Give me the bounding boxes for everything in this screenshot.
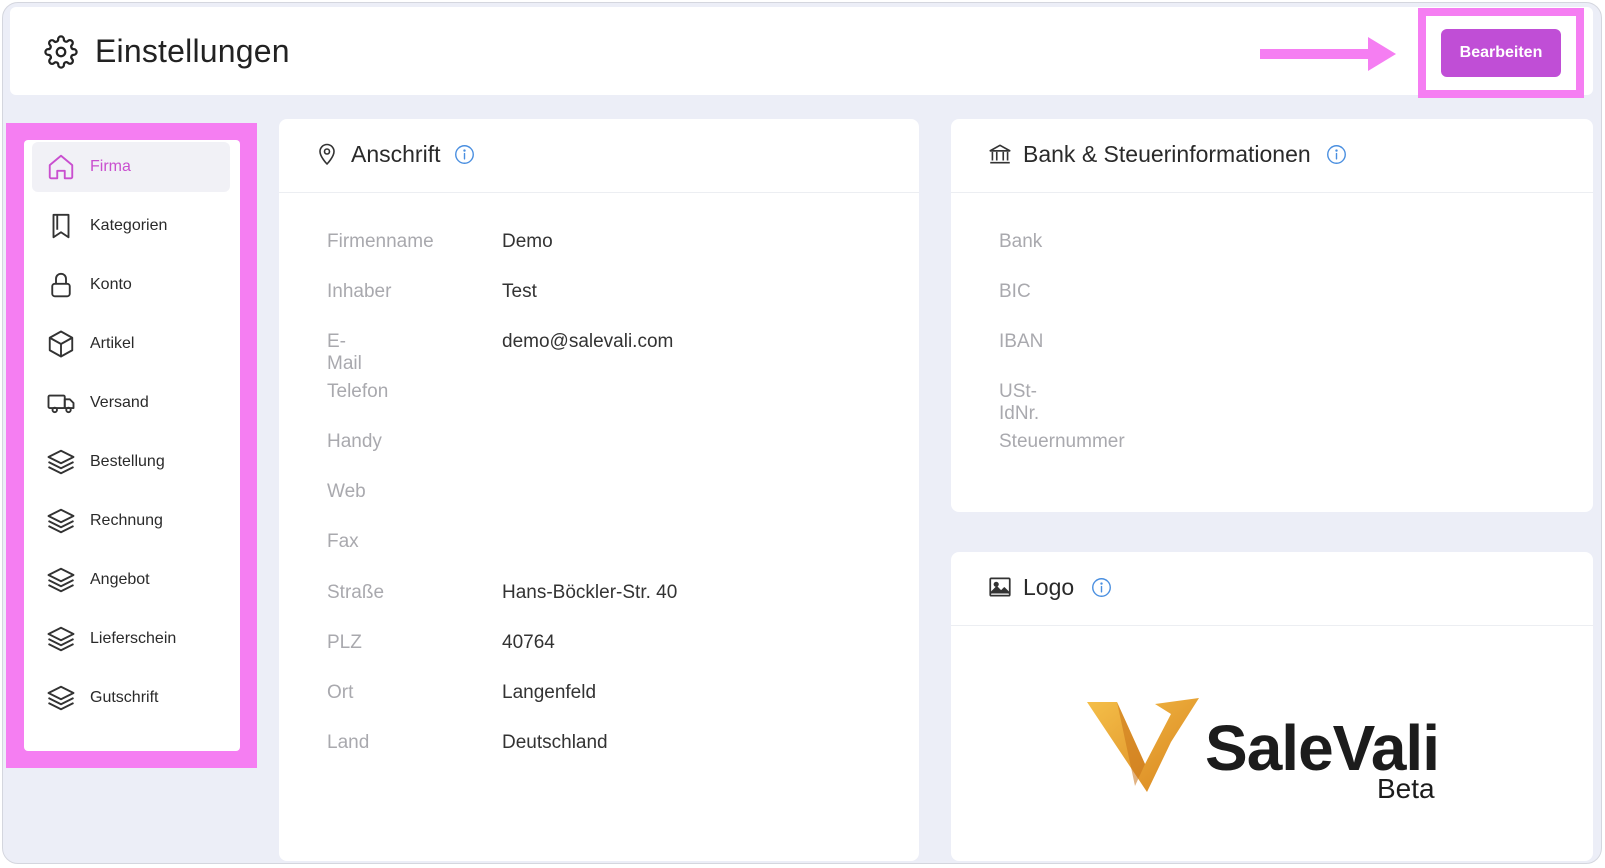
map-pin-icon bbox=[319, 143, 335, 165]
field-label: Telefon bbox=[327, 381, 389, 402]
image-icon bbox=[989, 577, 1011, 597]
settings-window: Einstellungen Bearbeiten Firma Kategorie… bbox=[2, 2, 1602, 864]
sidebar-item-lieferschein[interactable]: Lieferschein bbox=[32, 614, 230, 664]
field-label: Straße bbox=[327, 582, 385, 603]
layers-icon bbox=[47, 567, 75, 593]
field-label: Inhaber bbox=[327, 281, 392, 302]
field-value: demo@salevali.com bbox=[502, 331, 674, 352]
box-icon bbox=[48, 330, 74, 358]
bank-icon bbox=[989, 144, 1011, 164]
sidebar-item-label: Firma bbox=[90, 158, 131, 175]
field-label: Web bbox=[327, 481, 366, 502]
field-label: Steuernummer bbox=[999, 431, 1125, 452]
field-value: Deutschland bbox=[502, 732, 608, 753]
sidebar-item-label: Kategorien bbox=[90, 217, 168, 234]
sidebar-item-label: Konto bbox=[90, 276, 132, 293]
sidebar-item-firma[interactable]: Firma bbox=[32, 142, 230, 192]
layers-icon bbox=[47, 626, 75, 652]
field-label: Fax bbox=[327, 531, 359, 552]
sidebar-item-label: Gutschrift bbox=[90, 689, 159, 706]
settings-sidebar: Firma Kategorien Konto Artikel Versand B… bbox=[24, 140, 240, 751]
field-label: Firmenname bbox=[327, 231, 434, 252]
sidebar-item-konto[interactable]: Konto bbox=[32, 260, 230, 310]
sidebar-item-versand[interactable]: Versand bbox=[32, 378, 230, 428]
sidebar-item-label: Versand bbox=[90, 394, 149, 411]
bank-card-title: Bank & Steuerinformationen bbox=[1023, 141, 1311, 167]
field-value: 40764 bbox=[502, 632, 555, 653]
field-label: E-Mail bbox=[327, 331, 362, 374]
home-icon bbox=[48, 154, 74, 180]
layers-icon bbox=[47, 508, 75, 534]
bank-card-header: Bank & Steuerinformationen bbox=[951, 119, 1593, 193]
logo-tag-text: Beta bbox=[1377, 773, 1435, 802]
logo-card-header: Logo bbox=[951, 552, 1593, 626]
sidebar-item-label: Lieferschein bbox=[90, 630, 177, 647]
info-icon[interactable] bbox=[1326, 144, 1347, 165]
sidebar-item-bestellung[interactable]: Bestellung bbox=[32, 437, 230, 487]
field-value: Test bbox=[502, 281, 537, 302]
gear-icon bbox=[44, 35, 78, 69]
field-value: Hans-Böckler-Str. 40 bbox=[502, 582, 678, 603]
layers-icon bbox=[47, 449, 75, 475]
pointer-arrow-icon bbox=[1260, 37, 1396, 71]
sidebar-item-artikel[interactable]: Artikel bbox=[32, 319, 230, 369]
sidebar-item-kategorien[interactable]: Kategorien bbox=[32, 201, 230, 251]
field-label: BIC bbox=[999, 281, 1031, 302]
field-label: PLZ bbox=[327, 632, 362, 653]
field-value: Langenfeld bbox=[502, 682, 597, 703]
sidebar-item-label: Artikel bbox=[90, 335, 135, 352]
field-label: Ort bbox=[327, 682, 354, 703]
sidebar-item-angebot[interactable]: Angebot bbox=[32, 555, 230, 605]
lock-icon bbox=[51, 272, 71, 298]
truck-icon bbox=[47, 394, 75, 414]
field-value: Demo bbox=[502, 231, 553, 252]
info-icon[interactable] bbox=[454, 144, 475, 165]
field-label: Land bbox=[327, 732, 370, 753]
sidebar-item-label: Angebot bbox=[90, 571, 150, 588]
sidebar-item-rechnung[interactable]: Rechnung bbox=[32, 496, 230, 546]
bookmark-icon bbox=[52, 213, 70, 239]
sidebar-item-label: Rechnung bbox=[90, 512, 163, 529]
address-card-title: Anschrift bbox=[351, 141, 441, 167]
field-label: USt-IdNr. bbox=[999, 381, 1040, 424]
sidebar-item-label: Bestellung bbox=[90, 453, 165, 470]
company-logo: SaleVali Beta bbox=[1087, 692, 1447, 804]
bank-card: Bank & Steuerinformationen Bank BIC IBAN… bbox=[951, 119, 1593, 512]
address-card-header: Anschrift bbox=[279, 119, 919, 193]
field-label: IBAN bbox=[999, 331, 1044, 352]
field-label: Bank bbox=[999, 231, 1043, 252]
edit-button[interactable]: Bearbeiten bbox=[1441, 29, 1561, 77]
page-title: Einstellungen bbox=[95, 33, 290, 69]
address-card: Anschrift Firmenname Demo Inhaber Test E-M… bbox=[279, 119, 919, 861]
field-label: Handy bbox=[327, 431, 382, 452]
logo-card-title: Logo bbox=[1023, 574, 1075, 600]
layers-icon bbox=[47, 685, 75, 711]
salevali-logo-mark: SaleVali Beta bbox=[1087, 698, 1440, 804]
logo-card: Logo SaleVali Beta bbox=[951, 552, 1593, 861]
info-icon[interactable] bbox=[1091, 577, 1112, 598]
sidebar-item-gutschrift[interactable]: Gutschrift bbox=[32, 673, 230, 723]
